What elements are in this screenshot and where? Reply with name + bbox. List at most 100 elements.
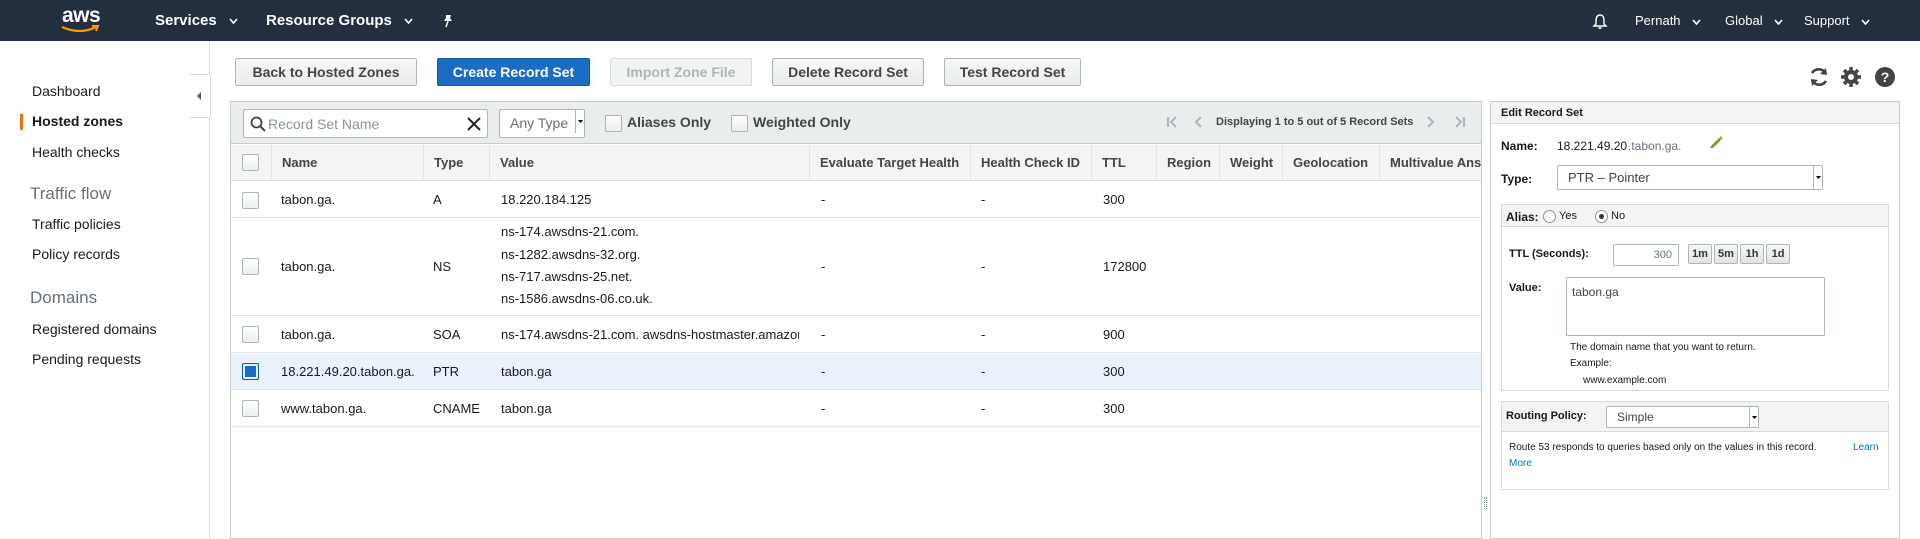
cell-name: tabon.ga. (281, 192, 336, 207)
sidebar-item-hosted-zones[interactable]: Hosted zones (32, 113, 123, 129)
routing-policy-dropdown[interactable]: Simple (1606, 406, 1759, 428)
routing-policy-description: Route 53 responds to queries based only … (1509, 442, 1817, 453)
alias-row: Alias: Yes No (1502, 205, 1888, 227)
column-header-multivalue[interactable]: Multivalue Ans (1379, 145, 1481, 181)
row-checkbox[interactable] (242, 400, 259, 417)
column-header-value[interactable]: Value (489, 145, 809, 181)
notifications-button[interactable] (1592, 0, 1608, 41)
column-header-health-check-id[interactable]: Health Check ID (970, 145, 1091, 181)
back-to-hosted-zones-button[interactable]: Back to Hosted Zones (235, 58, 417, 86)
table-row[interactable]: www.tabon.ga. CNAME tabon.ga - - 300 (231, 391, 1481, 427)
cell-health-check-id: - (981, 401, 986, 416)
cell-name: tabon.ga. (281, 327, 336, 342)
sidebar-item-registered-domains[interactable]: Registered domains (32, 321, 157, 337)
aws-smile-icon (61, 25, 100, 33)
pin-icon (444, 15, 452, 28)
column-header-region[interactable]: Region (1156, 145, 1219, 181)
record-type-select[interactable]: Any Type (499, 109, 585, 138)
svg-text:?: ? (1881, 69, 1890, 85)
table-row[interactable]: tabon.ga. NS ns-174.awsdns-21.com. ns-12… (231, 219, 1481, 316)
cell-value: ns-1282.awsdns-32.org. (501, 247, 641, 262)
record-type-dropdown[interactable]: PTR – Pointer (1557, 165, 1823, 190)
sidebar-item-pending-requests[interactable]: Pending requests (32, 351, 141, 367)
clear-search-icon[interactable] (467, 117, 481, 131)
record-type-value: Any Type (510, 115, 569, 131)
value-hint: The domain name that you want to return. (1570, 342, 1756, 353)
table-row[interactable]: tabon.ga. SOA ns-174.awsdns-21.com. awsd… (231, 317, 1481, 353)
table-row-selected[interactable]: 18.221.49.20.tabon.ga. PTR tabon.ga - - … (231, 354, 1481, 390)
help-icon[interactable]: ? (1873, 65, 1897, 89)
record-details-section: Alias: Yes No TTL (Seconds): 300 1m 5m 1… (1501, 204, 1889, 391)
value-textarea[interactable]: tabon.ga (1566, 277, 1825, 336)
sidebar-item-traffic-policies[interactable]: Traffic policies (32, 216, 121, 232)
row-checkbox[interactable] (242, 258, 259, 275)
cell-value: tabon.ga (501, 401, 552, 416)
column-header-weight[interactable]: Weight (1219, 145, 1282, 181)
test-record-set-button[interactable]: Test Record Set (944, 58, 1081, 86)
cell-evaluate-target-health: - (821, 259, 826, 274)
pin-button[interactable] (441, 0, 455, 41)
sidebar-item-policy-records[interactable]: Policy records (32, 246, 120, 262)
filter-bar: Record Set Name Any Type Aliases Only We… (231, 102, 1481, 144)
sidebar-item-dashboard[interactable]: Dashboard (32, 83, 101, 99)
column-header-evaluate-target-health[interactable]: Evaluate Target Health (809, 145, 970, 181)
cell-ttl: 900 (1103, 327, 1125, 342)
aliases-only-checkbox[interactable] (605, 115, 622, 132)
cell-evaluate-target-health: - (821, 401, 826, 416)
alias-yes-label: Yes (1559, 210, 1577, 222)
region-label: Global (1725, 13, 1763, 28)
cell-type: NS (433, 259, 452, 274)
row-checkbox[interactable] (242, 192, 259, 209)
column-header-geolocation[interactable]: Geolocation (1282, 145, 1379, 181)
cell-name: www.tabon.ga. (281, 401, 367, 416)
resource-groups-menu[interactable]: Resource Groups (266, 0, 413, 41)
weighted-only-checkbox[interactable] (731, 115, 748, 132)
ttl-5m-button[interactable]: 5m (1714, 244, 1738, 264)
account-menu[interactable]: Pernath (1635, 0, 1701, 41)
gear-icon[interactable] (1839, 65, 1863, 89)
import-zone-file-button[interactable]: Import Zone File (610, 58, 752, 86)
record-search-input[interactable]: Record Set Name (243, 109, 488, 138)
aws-logo[interactable]: aws (60, 5, 102, 35)
column-header-type[interactable]: Type (423, 145, 489, 181)
bell-icon (1592, 13, 1608, 29)
learn-more-link-continued[interactable]: More (1509, 458, 1532, 469)
cell-health-check-id: - (981, 192, 986, 207)
create-record-set-button[interactable]: Create Record Set (437, 58, 590, 86)
row-checkbox-checked[interactable] (242, 363, 259, 380)
top-navigation-bar: aws Services Resource Groups Pernath Glo… (0, 0, 1920, 41)
next-page-icon[interactable] (1424, 115, 1436, 129)
search-icon (250, 116, 266, 132)
alias-no-radio[interactable] (1595, 210, 1608, 223)
panel-splitter-handle[interactable] (1484, 497, 1487, 509)
first-page-icon[interactable] (1166, 115, 1182, 129)
alias-yes-radio[interactable] (1543, 210, 1556, 223)
column-header-ttl[interactable]: TTL (1091, 145, 1156, 181)
delete-record-set-button[interactable]: Delete Record Set (772, 58, 924, 86)
region-menu[interactable]: Global (1725, 0, 1783, 41)
refresh-icon[interactable] (1807, 65, 1831, 89)
pencil-edit-icon[interactable] (1709, 135, 1723, 149)
sidebar-collapse-button[interactable] (189, 74, 211, 118)
row-checkbox[interactable] (242, 326, 259, 343)
cell-value: 18.220.184.125 (501, 192, 592, 207)
table-row[interactable]: tabon.ga. A 18.220.184.125 - - 300 (231, 182, 1481, 218)
ttl-1m-button[interactable]: 1m (1688, 244, 1712, 264)
sidebar: Dashboard Hosted zones Health checks Tra… (0, 41, 211, 539)
select-all-checkbox[interactable] (242, 154, 259, 171)
previous-page-icon[interactable] (1193, 115, 1205, 129)
support-menu[interactable]: Support (1804, 0, 1870, 41)
column-header-name[interactable]: Name (271, 145, 423, 181)
routing-policy-value: Simple (1617, 410, 1654, 424)
edit-record-set-panel: Edit Record Set Name: 18.221.49.20 .tabo… (1490, 101, 1900, 539)
ttl-input[interactable]: 300 (1613, 244, 1679, 266)
services-menu[interactable]: Services (155, 0, 238, 41)
cell-health-check-id: - (981, 259, 986, 274)
ttl-1d-button[interactable]: 1d (1766, 244, 1790, 264)
last-page-icon[interactable] (1451, 115, 1467, 129)
cell-type: SOA (433, 327, 461, 342)
sidebar-item-health-checks[interactable]: Health checks (32, 144, 120, 160)
ttl-1h-button[interactable]: 1h (1740, 244, 1764, 264)
learn-more-link[interactable]: Learn (1853, 442, 1879, 453)
support-label: Support (1804, 13, 1850, 28)
